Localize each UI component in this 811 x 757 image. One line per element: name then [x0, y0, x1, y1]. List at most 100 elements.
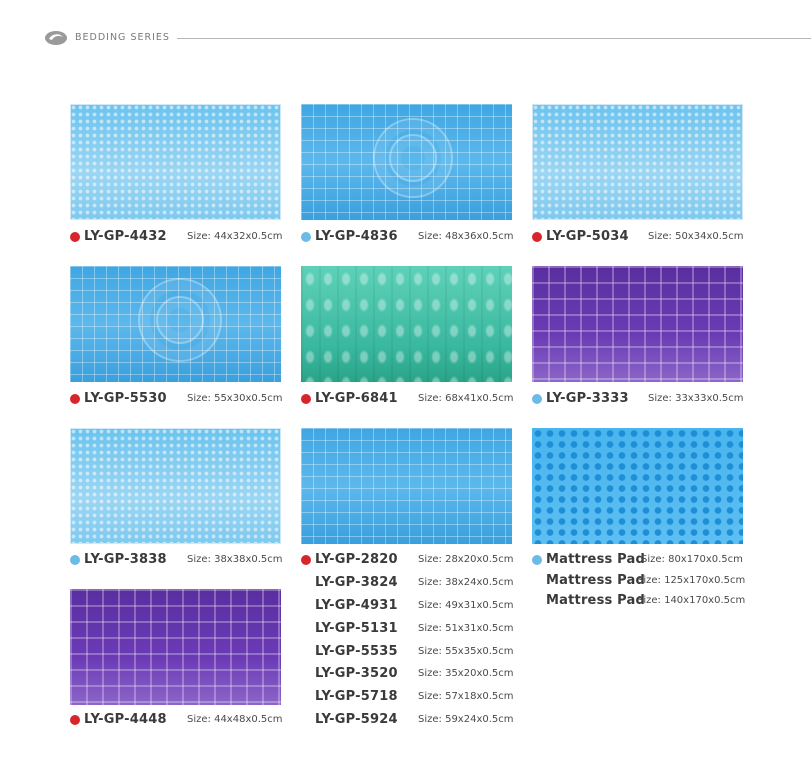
size-value: 35x20x0.5cm	[441, 668, 514, 679]
size-spec: Size: 57x18x0.5cm	[418, 691, 514, 702]
blue-dot-icon	[301, 232, 311, 242]
size-prefix: Size:	[648, 231, 672, 242]
model-number: LY-GP-5034	[546, 229, 629, 244]
blue-dot-icon	[532, 555, 542, 565]
size-prefix: Size:	[418, 691, 442, 702]
size-prefix: Size:	[418, 393, 442, 404]
model-number: LY-GP-6841	[315, 391, 398, 406]
model-number: LY-GP-4448	[84, 712, 167, 727]
model-number: LY-GP-4931	[315, 598, 398, 613]
header-rule	[177, 38, 811, 39]
size-value: 68x41x0.5cm	[441, 393, 514, 404]
blue-dot-icon	[532, 394, 542, 404]
size-prefix: Size:	[418, 646, 442, 657]
red-dot-icon	[301, 555, 311, 565]
model-number: LY-GP-3333	[546, 391, 629, 406]
model-number: LY-GP-3838	[84, 552, 167, 567]
size-prefix: Size:	[637, 575, 661, 586]
size-spec: Size: 49x31x0.5cm	[418, 600, 514, 611]
model-number: Mattress Pad	[546, 552, 646, 567]
series-title: BEDDING SERIES	[75, 32, 170, 43]
size-prefix: Size:	[648, 393, 672, 404]
model-number: LY-GP-3520	[315, 666, 398, 681]
model-number: LY-GP-5718	[315, 689, 398, 704]
size-value: 51x31x0.5cm	[441, 623, 514, 634]
size-prefix: Size:	[418, 231, 442, 242]
size-prefix: Size:	[418, 600, 442, 611]
size-value: 57x18x0.5cm	[441, 691, 514, 702]
size-prefix: Size:	[637, 595, 661, 606]
red-dot-icon	[532, 232, 542, 242]
size-spec: Size: 125x170x0.5cm	[637, 575, 745, 586]
size-prefix: Size:	[187, 231, 211, 242]
product-image-5034	[532, 104, 743, 220]
size-prefix: Size:	[418, 668, 442, 679]
model-number: LY-GP-3824	[315, 575, 398, 590]
size-value: 50x34x0.5cm	[671, 231, 744, 242]
size-spec: Size: 68x41x0.5cm	[418, 393, 514, 404]
page-header: BEDDING SERIES	[44, 28, 811, 48]
size-spec: Size: 55x35x0.5cm	[418, 646, 514, 657]
product-image-4836	[301, 104, 512, 220]
red-dot-icon	[70, 232, 80, 242]
size-value: 38x38x0.5cm	[210, 554, 283, 565]
size-spec: Size: 50x34x0.5cm	[648, 231, 744, 242]
red-dot-icon	[70, 715, 80, 725]
model-number: Mattress Pad	[546, 573, 646, 588]
size-spec: Size: 59x24x0.5cm	[418, 714, 514, 725]
model-number: LY-GP-5535	[315, 644, 398, 659]
size-spec: Size: 33x33x0.5cm	[648, 393, 744, 404]
size-value: 48x36x0.5cm	[441, 231, 514, 242]
product-image-5530	[70, 266, 281, 382]
red-dot-icon	[70, 394, 80, 404]
product-image-2820	[301, 428, 512, 544]
model-number: LY-GP-2820	[315, 552, 398, 567]
size-value: 44x32x0.5cm	[210, 231, 283, 242]
product-image-6841	[301, 266, 512, 382]
size-spec: Size: 55x30x0.5cm	[187, 393, 283, 404]
size-spec: Size: 44x48x0.5cm	[187, 714, 283, 725]
product-image-4432	[70, 104, 281, 220]
size-value: 55x35x0.5cm	[441, 646, 514, 657]
product-image-3838	[70, 428, 281, 544]
product-image-mattress-pad	[532, 428, 743, 544]
product-image-4448	[70, 589, 281, 705]
size-spec: Size: 38x24x0.5cm	[418, 577, 514, 588]
size-prefix: Size:	[187, 554, 211, 565]
red-dot-icon	[301, 394, 311, 404]
blue-dot-icon	[70, 555, 80, 565]
size-value: 140x170x0.5cm	[660, 595, 746, 606]
size-spec: Size: 140x170x0.5cm	[637, 595, 745, 606]
size-spec: Size: 35x20x0.5cm	[418, 668, 514, 679]
size-value: 33x33x0.5cm	[671, 393, 744, 404]
model-number: LY-GP-5924	[315, 712, 398, 727]
size-value: 55x30x0.5cm	[210, 393, 283, 404]
size-spec: Size: 44x32x0.5cm	[187, 231, 283, 242]
product-image-3333	[532, 266, 743, 382]
size-spec: Size: 80x170x0.5cm	[641, 554, 743, 565]
size-prefix: Size:	[641, 554, 665, 565]
model-number: LY-GP-4836	[315, 229, 398, 244]
model-number: LY-GP-4432	[84, 229, 167, 244]
size-prefix: Size:	[418, 577, 442, 588]
size-value: 80x170x0.5cm	[664, 554, 743, 565]
size-prefix: Size:	[418, 554, 442, 565]
size-prefix: Size:	[187, 714, 211, 725]
size-value: 59x24x0.5cm	[441, 714, 514, 725]
model-number: LY-GP-5131	[315, 621, 398, 636]
size-value: 49x31x0.5cm	[441, 600, 514, 611]
model-number: LY-GP-5530	[84, 391, 167, 406]
size-value: 44x48x0.5cm	[210, 714, 283, 725]
size-prefix: Size:	[187, 393, 211, 404]
size-spec: Size: 51x31x0.5cm	[418, 623, 514, 634]
size-value: 38x24x0.5cm	[441, 577, 514, 588]
size-spec: Size: 28x20x0.5cm	[418, 554, 514, 565]
size-value: 28x20x0.5cm	[441, 554, 514, 565]
model-number: Mattress Pad	[546, 593, 646, 608]
size-prefix: Size:	[418, 714, 442, 725]
size-spec: Size: 48x36x0.5cm	[418, 231, 514, 242]
size-prefix: Size:	[418, 623, 442, 634]
swirl-logo-icon	[45, 31, 67, 45]
size-spec: Size: 38x38x0.5cm	[187, 554, 283, 565]
size-value: 125x170x0.5cm	[660, 575, 746, 586]
